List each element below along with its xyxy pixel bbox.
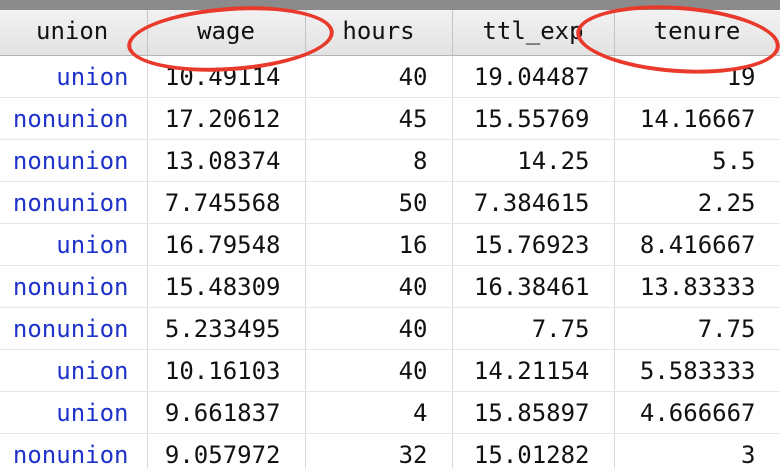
table-row: nonunion 17.20612 45 15.55769 14.16667	[0, 97, 780, 140]
column-header-tenure[interactable]: tenure	[614, 10, 780, 56]
column-header-hours[interactable]: hours	[305, 10, 453, 56]
cell-union[interactable]: nonunion	[0, 97, 148, 140]
cell-wage[interactable]: 5.233495	[147, 307, 306, 350]
cell-hours[interactable]: 45	[305, 97, 453, 140]
column-header-label: ttl_exp	[482, 16, 584, 45]
cell-ttl-exp[interactable]: 16.38461	[452, 265, 615, 308]
cell-wage[interactable]: 9.661837	[147, 391, 306, 434]
table-row: union 9.661837 4 15.85897 4.666667	[0, 391, 780, 434]
column-header-label: tenure	[653, 16, 741, 45]
data-editor: union wage hours ttl_exp tenure union 10…	[0, 0, 780, 468]
column-header-label: union	[36, 16, 109, 45]
cell-hours[interactable]: 40	[305, 349, 453, 392]
cell-hours[interactable]: 50	[305, 181, 453, 224]
table-row: nonunion 15.48309 40 16.38461 13.83333	[0, 265, 780, 308]
cell-ttl-exp[interactable]: 19.04487	[452, 55, 615, 98]
cell-tenure[interactable]: 13.83333	[614, 265, 780, 308]
cell-wage[interactable]: 10.49114	[147, 55, 306, 98]
cell-union[interactable]: nonunion	[0, 433, 148, 468]
table-row: nonunion 5.233495 40 7.75 7.75	[0, 307, 780, 350]
cell-ttl-exp[interactable]: 15.01282	[452, 433, 615, 468]
cell-wage[interactable]: 9.057972	[147, 433, 306, 468]
cell-hours[interactable]: 40	[305, 265, 453, 308]
cell-wage[interactable]: 13.08374	[147, 139, 306, 182]
cell-tenure[interactable]: 5.5	[614, 139, 780, 182]
cell-union[interactable]: union	[0, 223, 148, 266]
table-row: union 16.79548 16 15.76923 8.416667	[0, 223, 780, 266]
cell-union[interactable]: nonunion	[0, 139, 148, 182]
cell-ttl-exp[interactable]: 7.75	[452, 307, 615, 350]
cell-union[interactable]: union	[0, 349, 148, 392]
cell-tenure[interactable]: 4.666667	[614, 391, 780, 434]
cell-hours[interactable]: 40	[305, 307, 453, 350]
cell-hours[interactable]: 16	[305, 223, 453, 266]
cell-wage[interactable]: 17.20612	[147, 97, 306, 140]
cell-hours[interactable]: 32	[305, 433, 453, 468]
cell-hours[interactable]: 4	[305, 391, 453, 434]
cell-tenure[interactable]: 5.583333	[614, 349, 780, 392]
data-grid: union wage hours ttl_exp tenure union 10…	[0, 10, 780, 468]
column-header-ttl-exp[interactable]: ttl_exp	[452, 10, 615, 56]
cell-tenure[interactable]: 7.75	[614, 307, 780, 350]
table-row: nonunion 7.745568 50 7.384615 2.25	[0, 181, 780, 224]
table-row: nonunion 13.08374 8 14.25 5.5	[0, 139, 780, 182]
cell-tenure[interactable]: 2.25	[614, 181, 780, 224]
column-header-label: hours	[342, 16, 415, 45]
cell-ttl-exp[interactable]: 14.21154	[452, 349, 615, 392]
table-row: union 10.49114 40 19.04487 19	[0, 55, 780, 98]
cell-union[interactable]: union	[0, 55, 148, 98]
column-header-wage[interactable]: wage	[147, 10, 306, 56]
table-row: nonunion 9.057972 32 15.01282 3	[0, 433, 780, 468]
cell-ttl-exp[interactable]: 14.25	[452, 139, 615, 182]
cell-tenure[interactable]: 19	[614, 55, 780, 98]
cell-wage[interactable]: 16.79548	[147, 223, 306, 266]
cell-wage[interactable]: 15.48309	[147, 265, 306, 308]
cell-hours[interactable]: 8	[305, 139, 453, 182]
cell-ttl-exp[interactable]: 15.76923	[452, 223, 615, 266]
cell-ttl-exp[interactable]: 15.55769	[452, 97, 615, 140]
cell-ttl-exp[interactable]: 15.85897	[452, 391, 615, 434]
column-header-label: wage	[197, 16, 255, 45]
column-header-union[interactable]: union	[0, 10, 148, 56]
cell-union[interactable]: union	[0, 391, 148, 434]
cell-tenure[interactable]: 3	[614, 433, 780, 468]
table-row: union 10.16103 40 14.21154 5.583333	[0, 349, 780, 392]
cell-wage[interactable]: 7.745568	[147, 181, 306, 224]
cell-tenure[interactable]: 8.416667	[614, 223, 780, 266]
cell-hours[interactable]: 40	[305, 55, 453, 98]
cell-union[interactable]: nonunion	[0, 307, 148, 350]
cell-tenure[interactable]: 14.16667	[614, 97, 780, 140]
cell-ttl-exp[interactable]: 7.384615	[452, 181, 615, 224]
cell-union[interactable]: nonunion	[0, 265, 148, 308]
cell-union[interactable]: nonunion	[0, 181, 148, 224]
header-row: union wage hours ttl_exp tenure	[0, 10, 780, 56]
cell-wage[interactable]: 10.16103	[147, 349, 306, 392]
